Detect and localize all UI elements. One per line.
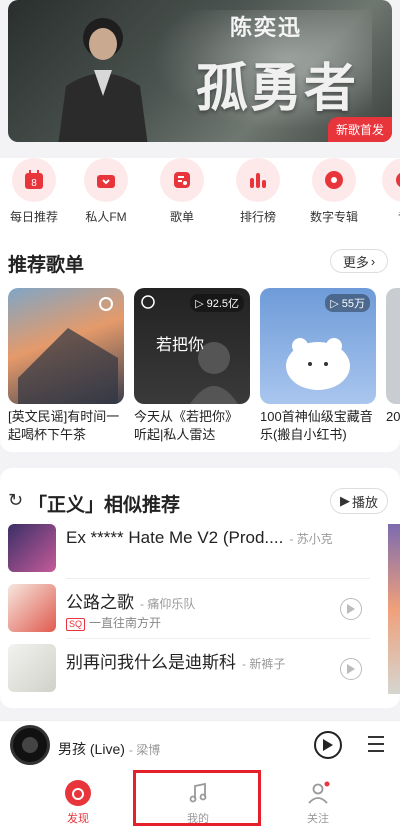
song-artist: - 苏小克 — [289, 532, 333, 546]
tab-discover[interactable]: 发现 — [48, 778, 108, 826]
quick-item-label: 专 — [374, 208, 400, 225]
hero-banner[interactable]: 陈奕迅 孤勇者 新歌首发 — [8, 0, 392, 142]
play-all-button[interactable]: ▶ 播放 — [330, 488, 388, 514]
more-button[interactable]: 更多 › — [330, 249, 388, 273]
quick-entry-bar: 8 每日推荐 私人FM 歌单 排行榜 数字专辑 专 — [0, 158, 400, 230]
player-song-title: 男孩 (Live) — [58, 741, 125, 757]
play-icon — [347, 664, 355, 674]
playlist-card[interactable]: 若把你 ▷ 92.5亿 今天从《若把你》听起|私人雷达 — [134, 288, 250, 444]
playlist-card[interactable]: [英文民谣]有时间一起喝杯下午茶 — [8, 288, 124, 444]
song-row[interactable]: 别再问我什么是迪斯科 - 新裤子 — [8, 640, 368, 696]
song-row[interactable]: Ex ***** Hate Me V2 (Prod.... - 苏小克 — [8, 520, 368, 576]
tab-label: 发现 — [67, 813, 89, 825]
song-artist: - 痛仰乐队 — [140, 597, 196, 611]
playlist-queue-icon[interactable] — [366, 735, 386, 758]
quick-item-label: 排行榜 — [239, 210, 276, 224]
divider — [66, 578, 370, 579]
quick-item-playlist[interactable]: 歌单 — [152, 158, 212, 225]
song-row[interactable]: 公路之歌 - 痛仰乐队 SQ 一直往南方开 — [8, 580, 368, 636]
player-play-button[interactable] — [314, 731, 342, 759]
play-icon: ▶ — [339, 493, 350, 508]
banner-badge: 新歌首发 — [327, 117, 392, 142]
chart-icon — [250, 173, 266, 188]
song-thumbnail — [8, 644, 56, 692]
quick-item-label: 歌单 — [169, 210, 194, 224]
play-icon — [347, 604, 355, 614]
album-icon — [325, 171, 343, 189]
album-disc — [10, 725, 50, 765]
chevron-right-icon: › — [370, 253, 376, 269]
player-artist: - 梁博 — [128, 743, 161, 757]
play-count-badge: ▷ 55万 — [325, 294, 370, 312]
playlist-title: 100首神仙级宝藏音乐(搬自小红书) — [260, 409, 373, 442]
song-play-button[interactable] — [340, 658, 362, 680]
tab-follow[interactable]: 关注 — [288, 778, 348, 826]
song-subtitle: 一直往南方开 — [89, 616, 162, 630]
tab-label: 关注 — [307, 813, 329, 825]
mini-player[interactable]: 男孩 (Live) - 梁博 — [0, 720, 400, 770]
quick-item-label: 每日推荐 — [9, 210, 58, 224]
playlist-card[interactable]: ▷ 55万 100首神仙级宝藏音乐(搬自小红书) — [260, 288, 376, 444]
banner-artist: 陈奕迅 — [230, 15, 303, 40]
cover-text: 若把你 — [156, 335, 204, 354]
song-thumbnail — [8, 524, 56, 572]
quick-item-label: 数字专辑 — [309, 210, 358, 224]
section-title-similar: 「正义」相似推荐 — [28, 495, 181, 516]
song-title: Ex ***** Hate Me V2 (Prod.... — [66, 528, 284, 547]
highlight-box — [133, 770, 261, 826]
playlist-cover-art — [18, 297, 118, 404]
calendar-icon: 8 — [25, 170, 43, 189]
more-label: 更多 — [342, 254, 369, 270]
playlist-title: 今天从《若把你》听起|私人雷达 — [134, 409, 239, 442]
radio-icon — [97, 175, 115, 188]
netease-logo-icon — [65, 780, 91, 806]
section-title-recommend: 推荐歌单 — [8, 255, 85, 276]
playlist-title: [英文民谣]有时间一起喝杯下午茶 — [8, 409, 120, 442]
quick-item-more[interactable]: 专 — [374, 158, 400, 225]
banner-artist-photo — [58, 18, 148, 142]
banner-song-title: 孤勇者 — [196, 58, 359, 119]
calendar-day: 8 — [31, 178, 37, 189]
play-count-badge: ▷ 92.5亿 — [190, 294, 244, 312]
song-thumbnail — [8, 584, 56, 632]
playlist-title: 20歌 — [386, 409, 400, 424]
song-artist: - 新裤子 — [242, 657, 286, 671]
divider — [66, 638, 370, 639]
refresh-icon[interactable]: ↻ — [8, 490, 23, 511]
more-icon — [396, 173, 400, 187]
playlist-icon — [174, 172, 190, 188]
playlist-card[interactable]: 20歌 — [386, 288, 400, 444]
song-title: 别再问我什么是迪斯科 — [66, 653, 236, 672]
quick-item-daily[interactable]: 8 每日推荐 — [4, 158, 64, 225]
quick-item-fm[interactable]: 私人FM — [76, 158, 136, 225]
quick-item-album[interactable]: 数字专辑 — [304, 158, 364, 225]
next-column-peek — [388, 524, 400, 694]
play-all-label: 播放 — [351, 494, 378, 510]
song-title: 公路之歌 — [66, 593, 134, 612]
play-icon — [323, 739, 333, 751]
sq-badge: SQ — [66, 618, 86, 631]
quick-item-charts[interactable]: 排行榜 — [228, 158, 288, 225]
song-play-button[interactable] — [340, 598, 362, 620]
quick-item-label: 私人FM — [85, 210, 127, 224]
user-icon — [308, 781, 330, 804]
